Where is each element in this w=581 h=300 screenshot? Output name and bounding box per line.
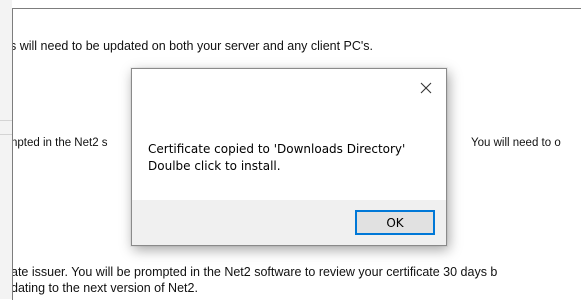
dialog-footer: OK — [132, 200, 446, 245]
message-line: Certificate copied to 'Downloads Directo… — [148, 142, 406, 156]
close-icon — [420, 82, 432, 94]
close-button[interactable] — [412, 77, 440, 99]
divider — [0, 134, 12, 135]
divider — [0, 120, 12, 121]
document-line: npted in the Net2 s — [12, 137, 108, 149]
left-side-panel — [0, 0, 12, 299]
document-line: You will need to o — [471, 137, 561, 149]
dialog-message: Certificate copied to 'Downloads Directo… — [148, 141, 405, 175]
document-line: s will need to be updated on both your s… — [12, 39, 374, 53]
document-line: dating to the next version of Net2. — [12, 281, 198, 295]
message-dialog: Certificate copied to 'Downloads Directo… — [131, 68, 447, 246]
ok-button[interactable]: OK — [355, 210, 435, 235]
document-line: ate issuer. You will be prompted in the … — [12, 265, 498, 279]
message-line: Doulbe click to install. — [148, 159, 281, 173]
